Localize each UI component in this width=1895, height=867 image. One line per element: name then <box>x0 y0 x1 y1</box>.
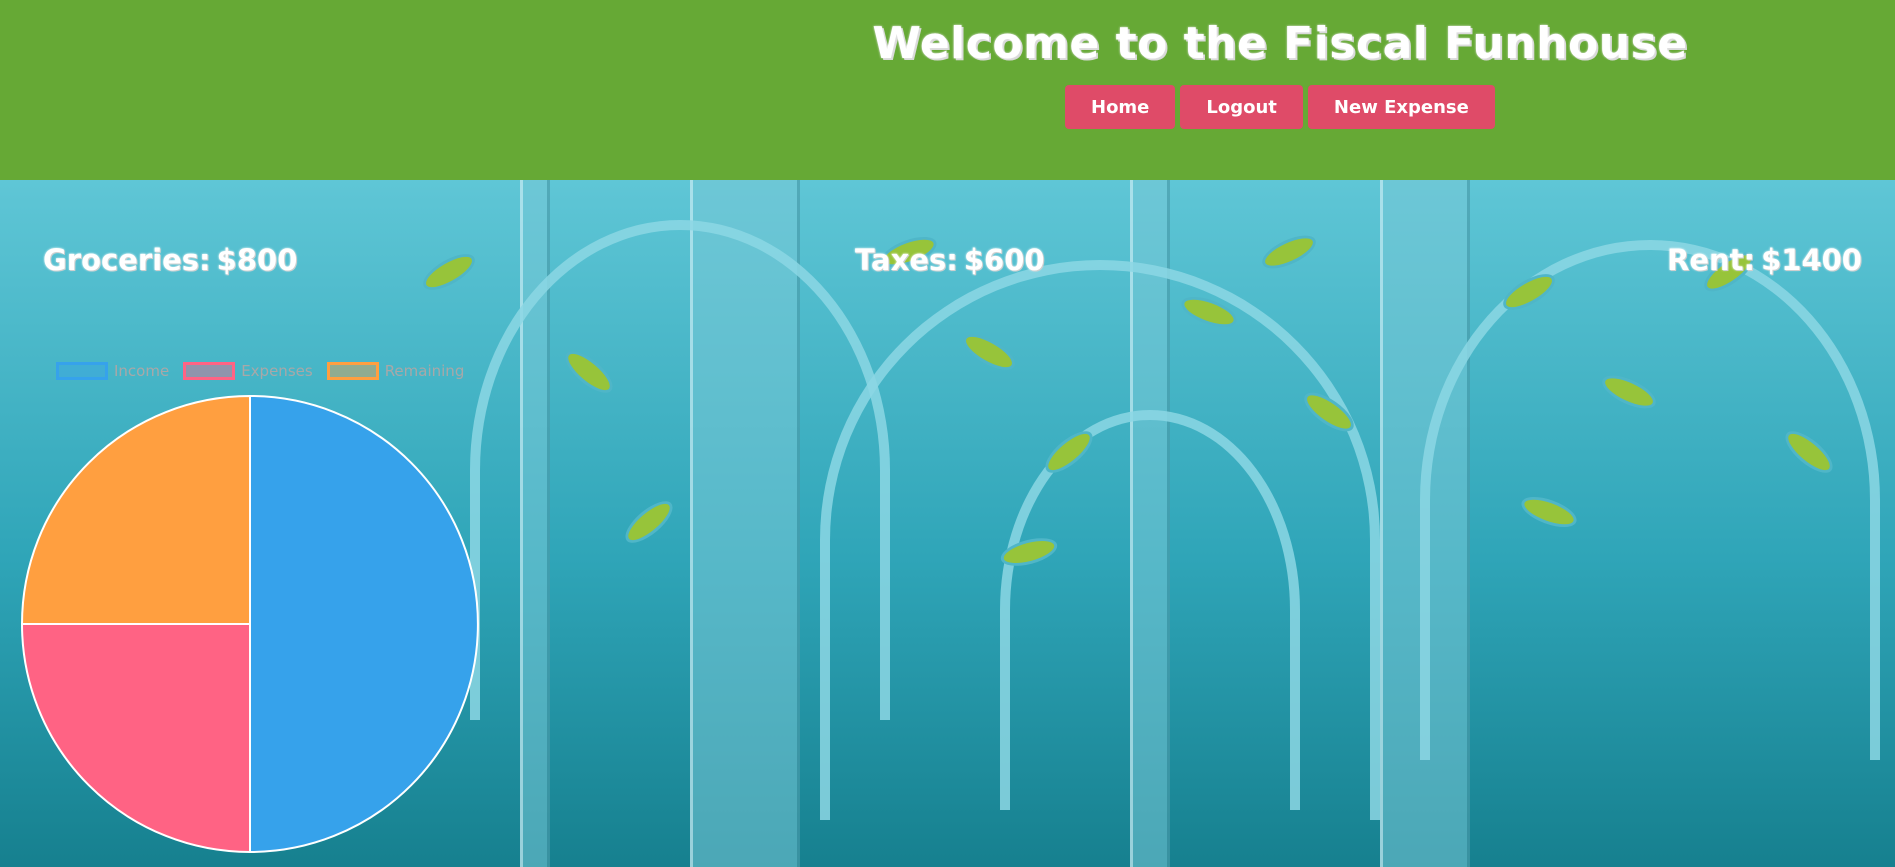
logout-button[interactable]: Logout <box>1180 85 1303 129</box>
page-title: Welcome to the Fiscal Funhouse <box>872 18 1688 69</box>
nav-bar: Home Logout New Expense <box>1065 85 1495 129</box>
legend-item-expenses[interactable]: Expenses <box>183 362 313 380</box>
expense-label: Groceries: <box>43 243 211 277</box>
expense-label: Rent: <box>1666 243 1756 277</box>
pie-slice-expenses[interactable] <box>20 623 251 854</box>
legend-item-remaining[interactable]: Remaining <box>326 362 465 380</box>
legend-swatch-income <box>56 362 108 380</box>
pie-slice-remaining[interactable] <box>20 394 251 625</box>
expense-taxes: Taxes: $600 <box>855 243 1045 277</box>
chart-legend: Income Expenses Remaining <box>56 362 464 380</box>
expense-amount: $600 <box>963 243 1045 277</box>
legend-label: Expenses <box>241 362 313 380</box>
legend-swatch-expenses <box>183 362 236 380</box>
legend-item-income[interactable]: Income <box>56 362 169 380</box>
legend-label: Income <box>114 362 170 380</box>
expense-groceries: Groceries: $800 <box>43 243 297 277</box>
expense-amount: $1400 <box>1761 243 1862 277</box>
budget-pie-chart <box>20 394 479 854</box>
expense-rent: Rent: $1400 <box>1667 243 1862 277</box>
legend-label: Remaining <box>384 362 465 380</box>
pie-slice-income[interactable] <box>249 394 479 854</box>
home-button[interactable]: Home <box>1065 85 1176 129</box>
expense-label: Taxes: <box>855 243 958 277</box>
new-expense-button[interactable]: New Expense <box>1307 85 1495 129</box>
legend-swatch-remaining <box>326 362 379 380</box>
expense-amount: $800 <box>216 243 298 277</box>
page-header: Welcome to the Fiscal Funhouse Home Logo… <box>0 0 1895 180</box>
